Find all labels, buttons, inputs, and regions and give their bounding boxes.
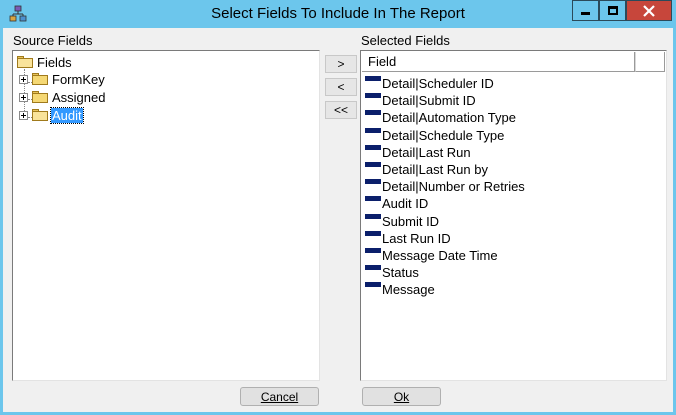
expand-plus-icon[interactable] [19,92,28,102]
source-fields-tree[interactable]: Fields FormKey Assigned Audit [12,50,320,381]
column-header-field[interactable]: Field [362,52,635,72]
field-list-item[interactable]: Status [365,263,419,280]
expand-plus-icon[interactable] [19,110,28,120]
tree-node-label: FormKey [52,71,105,87]
field-list-item[interactable]: Detail|Last Run by [365,160,488,177]
column-header-blank[interactable] [635,52,665,72]
tree-node-root[interactable]: Fields [17,53,73,71]
field-list-item[interactable]: Audit ID [365,194,428,211]
field-type-icon [365,196,381,202]
field-list-item-label: Last Run ID [382,230,451,246]
tree-node-formkey[interactable]: FormKey [19,70,106,88]
remove-all-fields-button[interactable]: << [325,101,357,119]
folder-open-icon [32,109,48,121]
field-list-item[interactable]: Detail|Schedule Type [365,126,504,143]
field-list-item-label: Message Date Time [382,248,498,263]
field-list-item[interactable]: Last Run ID [365,229,451,246]
add-field-button[interactable]: > [325,55,357,73]
field-list-item[interactable]: Submit ID [365,212,439,229]
field-type-icon [365,76,381,81]
field-list-item[interactable]: Detail|Number or Retries [365,177,525,194]
minimize-button[interactable] [572,0,599,21]
field-list-item[interactable]: Detail|Scheduler ID [365,74,494,91]
cancel-button-label: Cancel [260,389,299,404]
field-list-item[interactable]: Detail|Submit ID [365,91,476,108]
field-list-item-label: Detail|Scheduler ID [382,76,494,91]
selected-fields-label: Selected Fields [361,33,450,48]
expand-plus-icon[interactable] [19,74,28,84]
field-list-item-label: Audit ID [382,196,429,212]
field-list-item[interactable]: Detail|Last Run [365,143,471,160]
field-list-item-label: Detail|Submit ID [382,93,476,109]
minimize-icon [581,12,590,15]
field-type-icon [365,93,381,99]
close-icon [643,4,655,17]
field-type-icon [365,110,381,116]
ok-button-label: Ok [393,389,410,404]
field-list-item[interactable]: Message [365,280,435,297]
tree-node-audit[interactable]: Audit [19,106,84,124]
tree-node-label: Fields [37,54,72,70]
field-type-icon [365,265,381,271]
field-list-item-label: Detail|Last Run [382,144,471,160]
field-type-icon [365,127,381,133]
field-list-item[interactable]: Detail|Automation Type [365,108,516,125]
folder-icon [32,91,48,103]
maximize-icon [607,6,618,15]
ok-button[interactable]: Ok [362,387,441,406]
tree-node-assigned[interactable]: Assigned [19,88,106,106]
field-list-item-label: Detail|Number or Retries [382,179,525,195]
field-type-icon [365,162,381,167]
field-list-item-label: Message [382,282,435,298]
maximize-button[interactable] [599,0,626,21]
field-type-icon [365,248,381,253]
selected-fields-list[interactable]: Field Detail|Scheduler ID Detail|Submit I… [360,50,667,381]
source-fields-label: Source Fields [13,33,93,48]
field-type-icon [365,144,381,150]
field-type-icon [365,230,381,236]
field-list-item-label: Status [382,265,419,281]
field-list-item[interactable]: Message Date Time [365,246,498,263]
field-list-item-label: Detail|Automation Type [382,110,516,126]
field-list-item-label: Detail|Schedule Type [382,127,505,143]
title-bar[interactable]: Select Fields To Include In The Report [0,0,676,28]
field-type-icon [365,179,381,185]
tree-node-label: Assigned [52,89,106,105]
folder-open-icon [17,56,33,68]
dialog-client-area: Source Fields Selected Fields Fields For… [3,28,673,412]
close-button[interactable] [626,0,672,21]
folder-icon [32,73,48,85]
remove-field-button[interactable]: < [325,78,357,96]
field-type-icon [365,213,381,219]
field-list-item-label: Submit ID [382,213,440,229]
field-list-item-label: Detail|Last Run by [382,162,488,177]
tree-node-label: Audit [50,106,84,124]
cancel-button[interactable]: Cancel [240,387,319,406]
field-type-icon [365,282,381,288]
